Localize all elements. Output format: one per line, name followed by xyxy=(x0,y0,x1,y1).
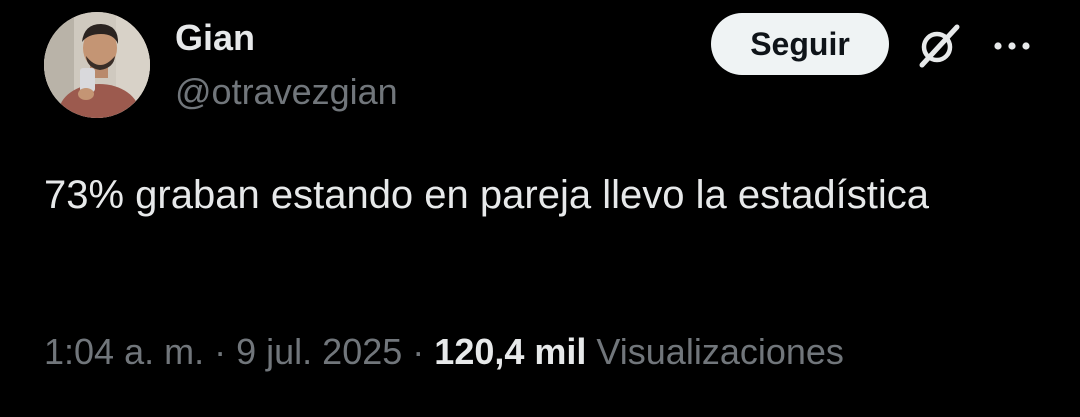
tweet-date[interactable]: 9 jul. 2025 xyxy=(236,331,402,372)
grok-button[interactable] xyxy=(910,18,966,74)
author-name[interactable]: Gian xyxy=(175,16,255,60)
more-options-icon xyxy=(994,42,1030,50)
views-label[interactable]: Visualizaciones xyxy=(596,331,843,372)
more-options-button[interactable] xyxy=(990,24,1034,68)
tweet-time[interactable]: 1:04 a. m. xyxy=(44,331,204,372)
author-handle[interactable]: @otravezgian xyxy=(175,70,398,114)
grok-icon xyxy=(919,24,960,68)
tweet-meta: 1:04 a. m. · 9 jul. 2025 · 120,4 mil Vis… xyxy=(44,330,844,374)
views-count[interactable]: 120,4 mil xyxy=(434,331,586,372)
follow-button[interactable]: Seguir xyxy=(711,13,889,75)
avatar[interactable] xyxy=(44,12,150,118)
meta-separator: · xyxy=(412,331,425,372)
tweet-text: 73% graban estando en pareja llevo la es… xyxy=(44,173,930,217)
meta-separator: · xyxy=(214,331,227,372)
avatar-photo xyxy=(44,12,150,118)
